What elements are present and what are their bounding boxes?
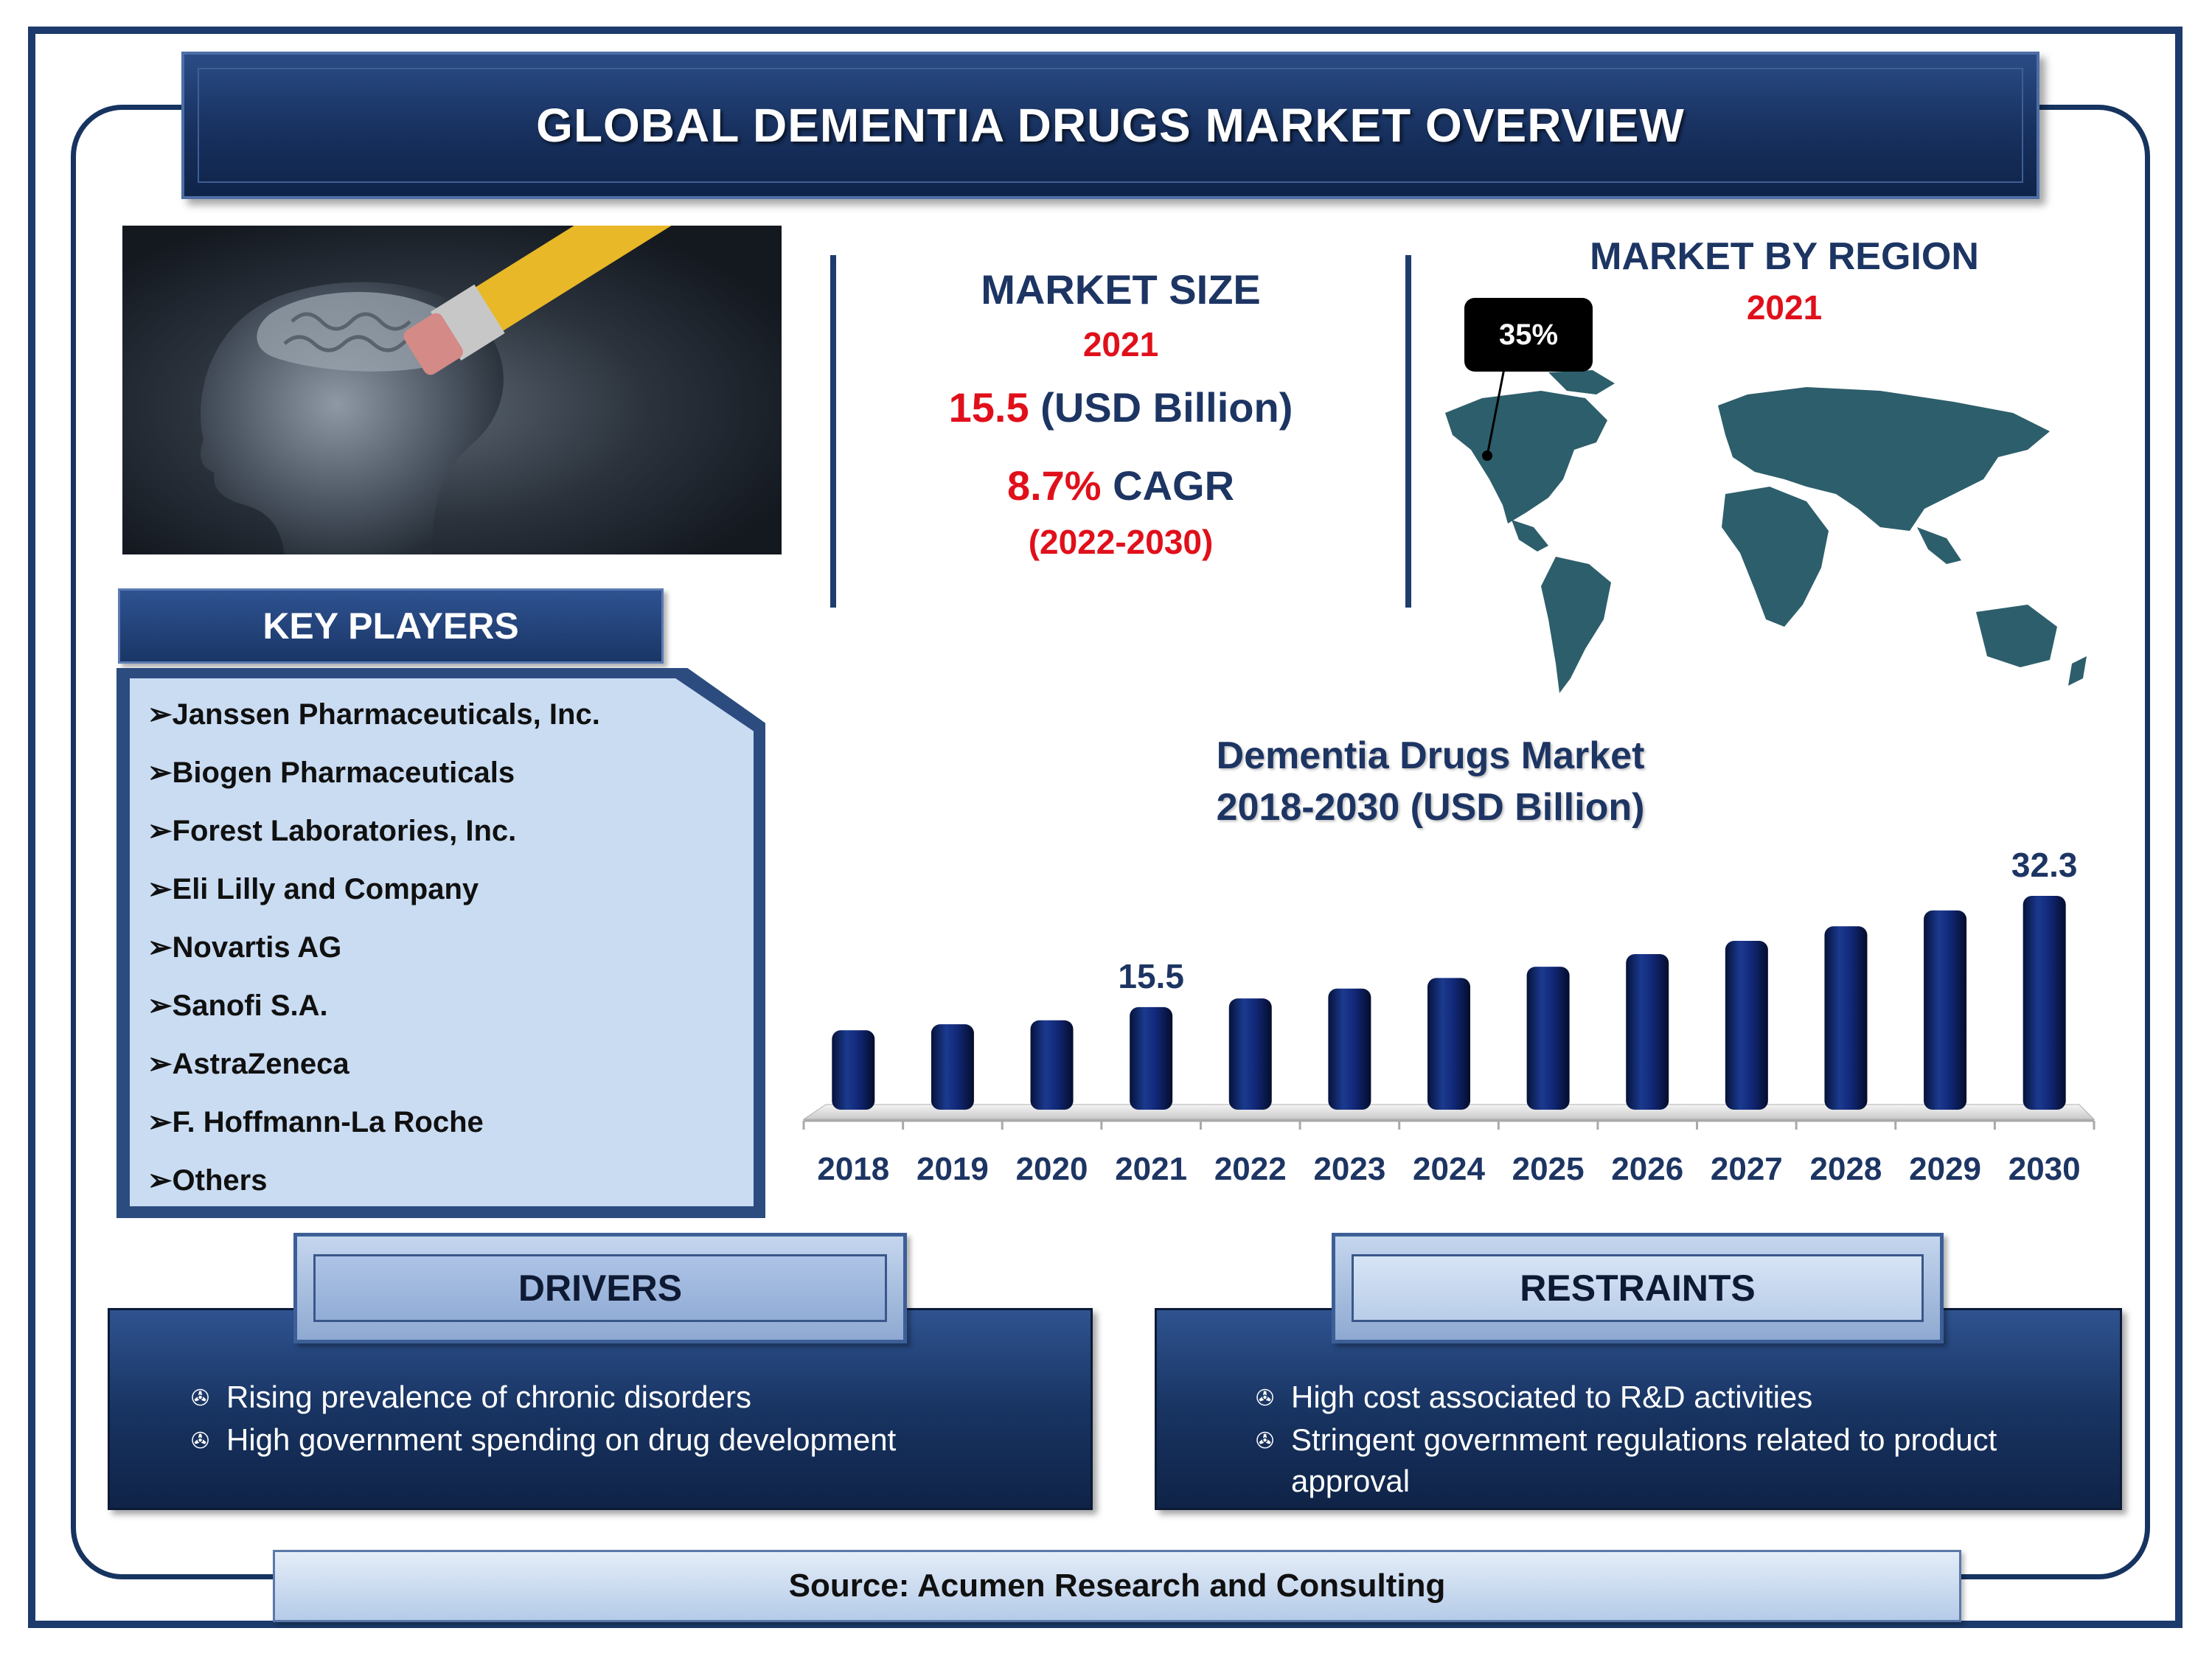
restraints-list: ✇ High cost associated to R&D activities … [1256,1377,2081,1502]
x-tick-label: 2024 [1413,1151,1485,1187]
market-size-value-line: 15.5 (USD Billion) [833,383,1408,431]
market-size-label: MARKET SIZE [981,266,1261,313]
restraints-title: RESTRAINTS [1352,1254,1924,1322]
key-player-item: ➢Forest Laboratories, Inc. [147,815,517,847]
bar-2025 [1526,967,1570,1110]
restraint-item: ✇ Stringent government regulations relate… [1256,1419,2081,1502]
key-player-item: ➢Janssen Pharmaceuticals, Inc. [147,698,600,731]
fax-icon: ✇ [1256,1429,1275,1453]
key-player-item: ➢F. Hoffmann-La Roche [147,1106,484,1138]
world-map [1445,369,2087,693]
key-player-item: ➢Others [147,1164,268,1197]
cagr-label: CAGR [1101,462,1235,509]
x-tick-label: 2023 [1313,1151,1385,1187]
cagr-period: (2022-2030) [1028,523,1214,561]
brain-pencil-image [122,226,782,554]
bar-2020 [1030,1020,1074,1110]
bar-2019 [931,1024,974,1110]
key-players-header: KEY PLAYERS [118,588,664,664]
fax-icon: ✇ [191,1429,210,1453]
page-title: GLOBAL DEMENTIA DRUGS MARKET OVERVIEW [536,99,1685,152]
restraint-text: Stringent government regulations related… [1291,1422,1997,1498]
data-label-2030: 32.3 [2011,846,2078,884]
bar-chart: 15.5 32.3 2018 2019 2020 2021 2022 2023 2024 202… [802,846,2096,1187]
key-player-item: ➢Biogen Pharmaceuticals [147,757,515,789]
chart-title-line-1: Dementia Drugs Market [1216,734,1645,777]
market-size-unit: (USD Billion) [1029,384,1293,431]
x-tick-label: 2026 [1611,1151,1683,1187]
market-size-value: 15.5 [948,384,1029,431]
x-tick-label: 2022 [1214,1151,1287,1187]
fax-icon: ✇ [1256,1386,1275,1411]
key-player-item: ➢Sanofi S.A. [147,990,328,1022]
source-bar: Source: Acumen Research and Consulting [273,1550,1961,1622]
bar-2023 [1328,988,1371,1110]
drivers-header: DRIVERS [293,1233,907,1343]
title-banner: GLOBAL DEMENTIA DRUGS MARKET OVERVIEW [181,52,2039,199]
driver-text: High government spending on drug develop… [226,1422,897,1457]
market-by-region-label: MARKET BY REGION [1590,235,1979,278]
key-player-item: ➢Novartis AG [147,931,342,964]
bar-2018 [832,1030,875,1110]
x-tick-label: 2030 [2008,1151,2081,1187]
x-tick-label: 2018 [817,1151,889,1187]
drivers-list: ✇ Rising prevalence of chronic disorders … [191,1377,1061,1462]
x-tick-label: 2019 [917,1151,989,1187]
bar-2021 [1130,1006,1173,1110]
key-player-item: ➢AstraZeneca [147,1048,349,1080]
x-tick-label: 2028 [1810,1151,1882,1187]
cagr-value: 8.7% [1006,462,1102,509]
brain-illustration [200,226,698,554]
key-player-item: ➢Eli Lilly and Company [147,873,479,905]
bar-2027 [1725,941,1768,1110]
cagr-line: 8.7% CAGR [833,462,1408,509]
drivers-title: DRIVERS [313,1254,887,1322]
bar-2022 [1228,998,1272,1110]
x-tick-label: 2020 [1016,1151,1088,1187]
restraint-text: High cost associated to R&D activities [1291,1380,1813,1414]
bar-2028 [1824,926,1868,1110]
driver-item: ✇ Rising prevalence of chronic disorders [191,1377,1061,1419]
x-tick-label: 2029 [1909,1151,1981,1187]
key-players-list: ➢Janssen Pharmaceuticals, Inc. ➢Biogen P… [147,693,600,1217]
restraints-header: RESTRAINTS [1332,1233,1944,1343]
bar-2029 [1924,910,1967,1110]
bar-2030 [2023,896,2066,1110]
bar-2024 [1427,978,1470,1110]
x-tick-label: 2025 [1512,1151,1585,1187]
x-tick-label: 2021 [1115,1151,1187,1187]
chart-title: Dementia Drugs Market 2018-2030 (USD Bil… [1150,730,1711,833]
data-label-2021: 15.5 [1118,957,1184,995]
restraint-item: ✇ High cost associated to R&D activities [1256,1377,2081,1419]
fax-icon: ✇ [191,1386,210,1411]
region-share-callout: 35% [1464,298,1593,372]
market-size-year: 2021 [1082,325,1159,364]
x-tick-label: 2027 [1711,1151,1783,1187]
driver-item: ✇ High government spending on drug develo… [191,1419,1061,1462]
bar-2026 [1626,954,1669,1110]
driver-text: Rising prevalence of chronic disorders [226,1380,752,1414]
